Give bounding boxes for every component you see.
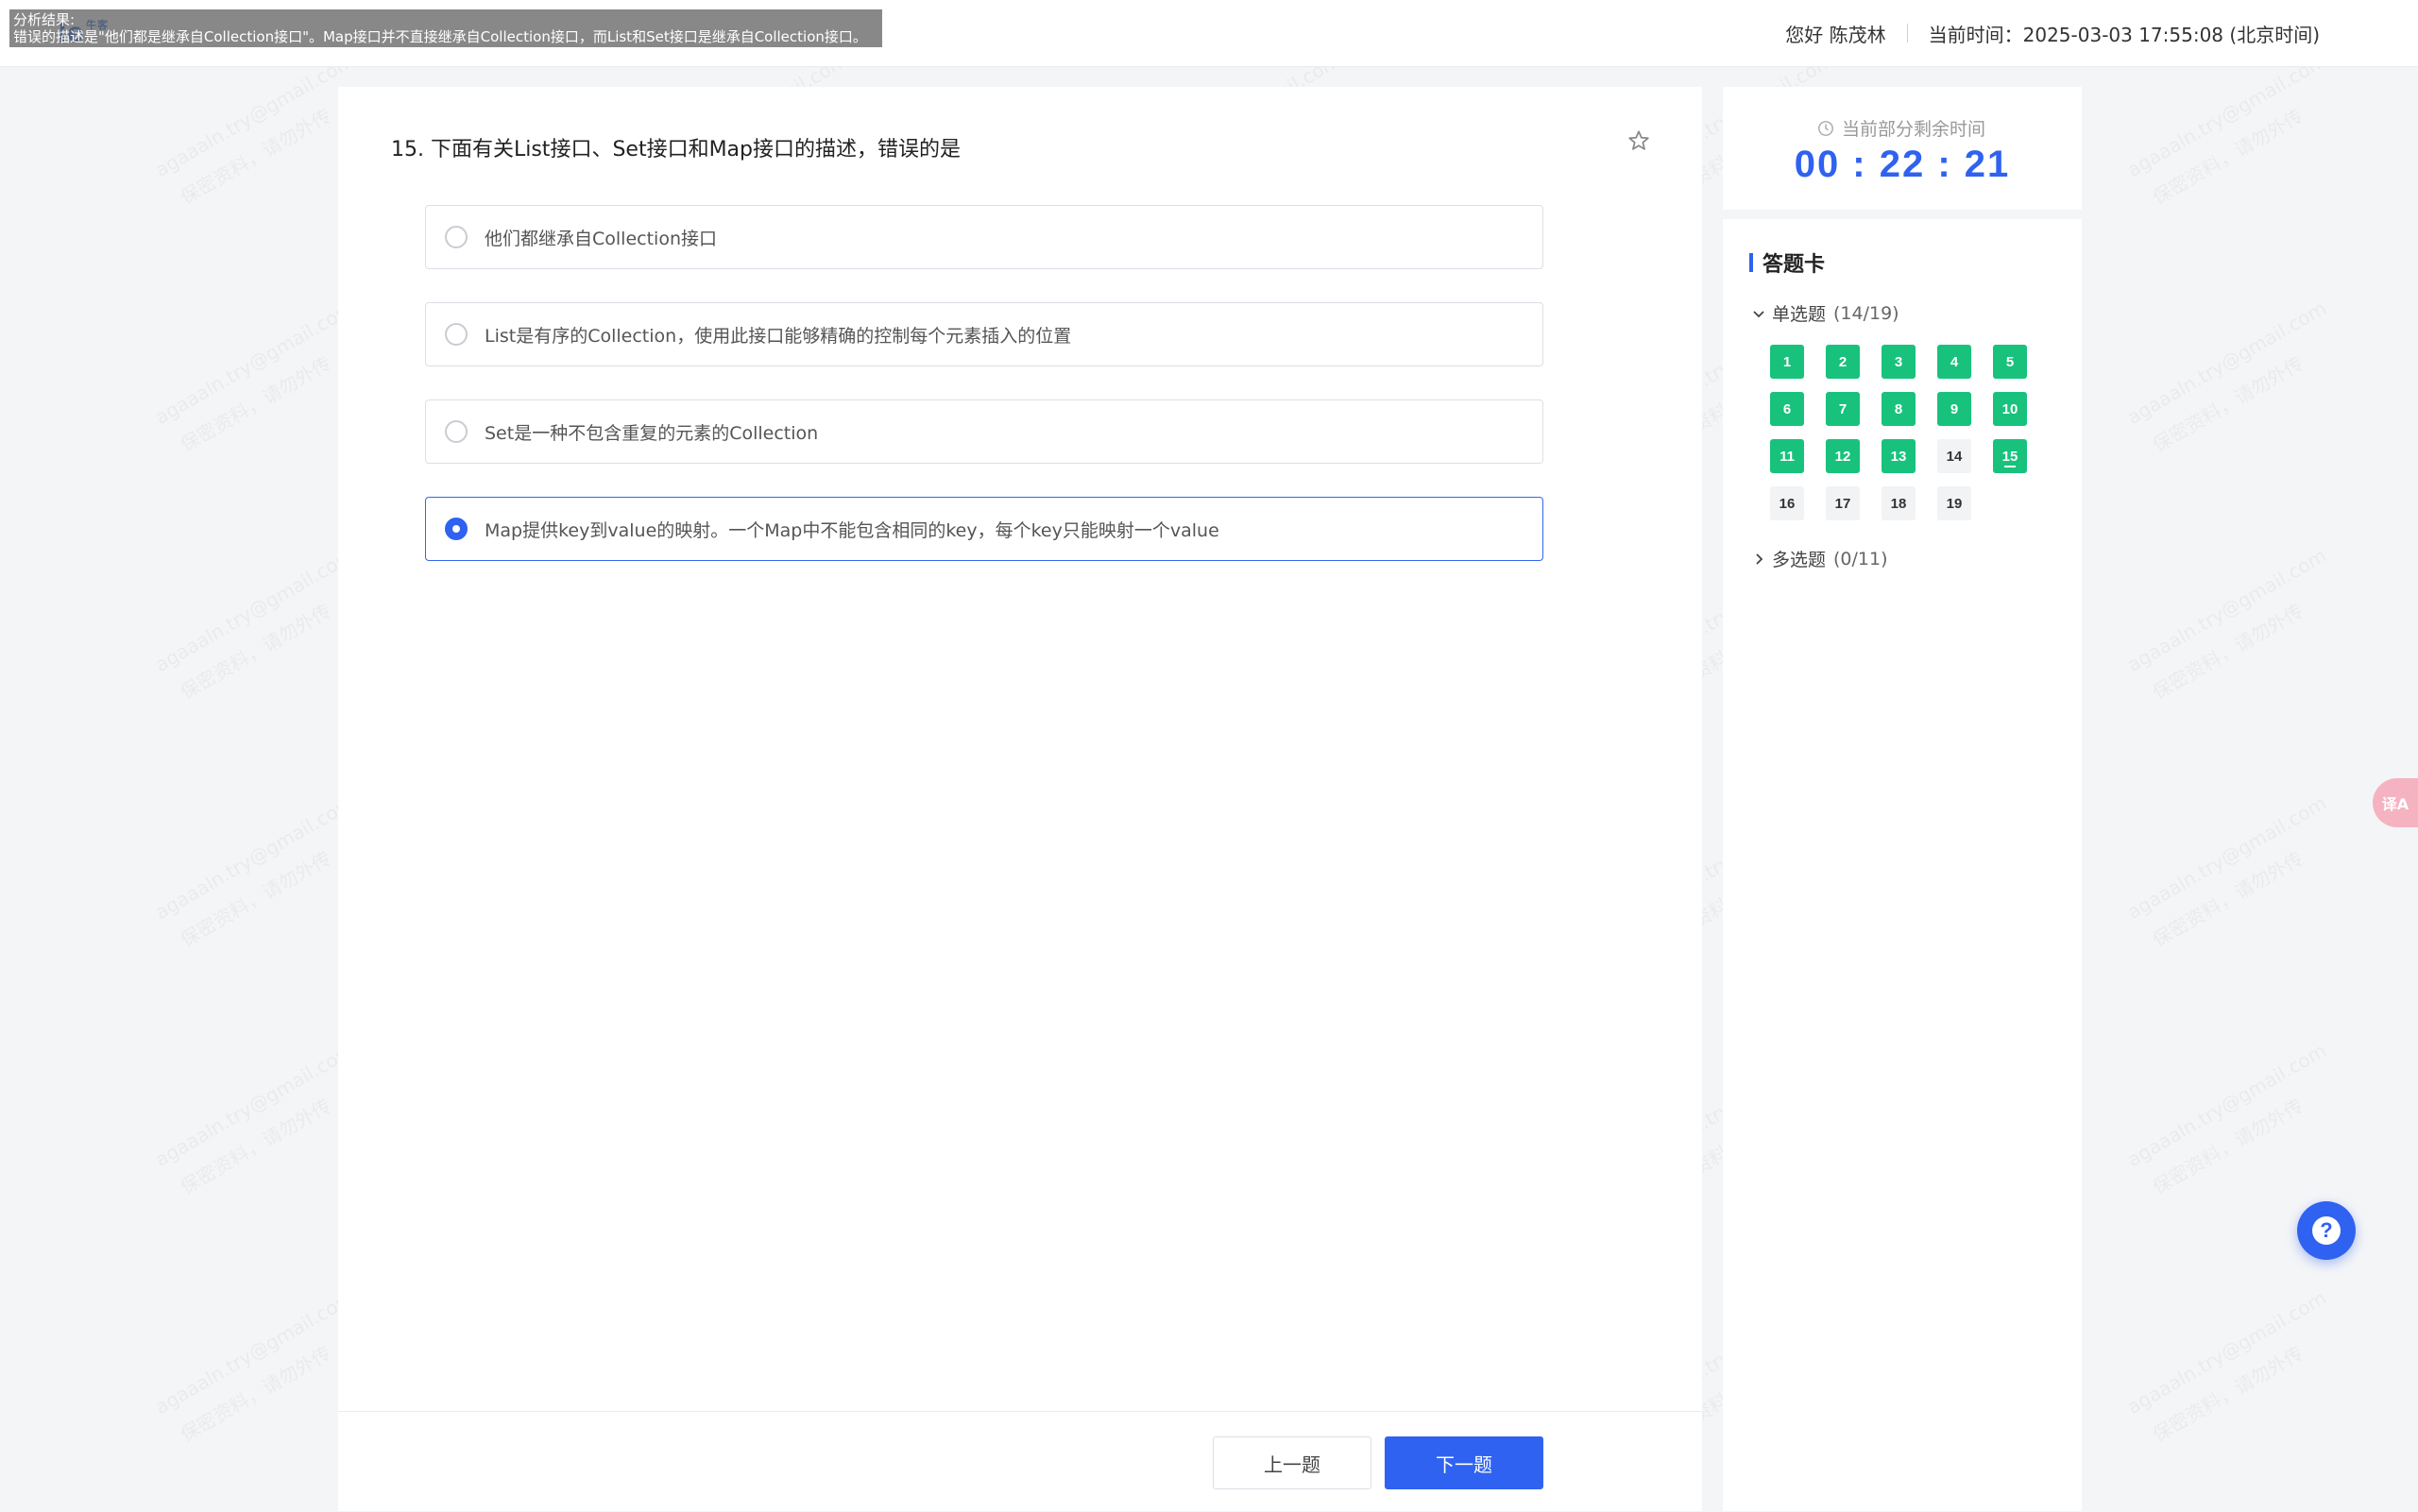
question-card: 15. 下面有关List接口、Set接口和Map接口的描述，错误的是 他们都继承… (338, 87, 1702, 1511)
watermark-text: agaaaln.try@gmail.com (151, 49, 358, 181)
single-choice-section-toggle[interactable]: 单选题 (14/19) (1751, 300, 1899, 326)
question-number-button[interactable]: 14 (1937, 439, 1971, 473)
question-number-button[interactable]: 2 (1826, 345, 1860, 379)
watermark-text: agaaaln.try@gmail.com (151, 1039, 358, 1171)
star-icon[interactable] (1626, 128, 1651, 153)
watermark-text: 保密资料，请勿外传 (2147, 1338, 2307, 1447)
watermark-text: 保密资料，请勿外传 (175, 596, 335, 705)
watermark-text: 保密资料，请勿外传 (175, 843, 335, 952)
analysis-text: 错误的描述是"他们都是继承自Collection接口"。Map接口并不直接继承自… (13, 28, 867, 45)
watermark-text: agaaaln.try@gmail.com (2123, 544, 2330, 676)
question-number-button[interactable]: 9 (1937, 392, 1971, 426)
answer-option[interactable]: 他们都继承自Collection接口 (425, 205, 1543, 269)
radio-unchecked-icon[interactable] (445, 420, 468, 443)
analysis-label: 分析结果: (13, 11, 76, 28)
user-greeting: 您好 陈茂林 (1785, 23, 1886, 46)
question-number-button[interactable]: 3 (1882, 345, 1916, 379)
watermark-text: 保密资料，请勿外传 (2147, 1091, 2307, 1199)
question-number-button[interactable]: 1 (1770, 345, 1804, 379)
title-accent-bar (1749, 253, 1753, 272)
timer-label: 当前部分剩余时间 (1817, 115, 1985, 141)
answer-option-text: Set是一种不包含重复的元素的Collection (485, 422, 819, 444)
radio-checked-icon[interactable] (445, 518, 468, 540)
question-number-button[interactable]: 10 (1993, 392, 2027, 426)
prev-question-button[interactable]: 上一题 (1213, 1436, 1371, 1489)
question-number-button[interactable]: 17 (1826, 486, 1860, 520)
watermark-text: agaaaln.try@gmail.com (2123, 1039, 2330, 1171)
watermark-text: agaaaln.try@gmail.com (2123, 297, 2330, 429)
divider (1906, 24, 1908, 42)
watermark-text: agaaaln.try@gmail.com (2123, 1286, 2330, 1419)
help-icon: ? (2312, 1216, 2341, 1245)
chevron-down-icon (1753, 310, 1764, 317)
question-number-button[interactable]: 19 (1937, 486, 1971, 520)
answer-option[interactable]: List是有序的Collection，使用此接口能够精确的控制每个元素插入的位置 (425, 302, 1543, 366)
watermark-text: agaaaln.try@gmail.com (151, 297, 358, 429)
multi-choice-section-toggle[interactable]: 多选题 (0/11) (1751, 546, 1888, 571)
user-area: 您好 陈茂林 当前时间：2025-03-03 17:55:08 (北京时间) (1785, 19, 2320, 47)
watermark-text: agaaaln.try@gmail.com (151, 544, 358, 676)
question-number-button[interactable]: 7 (1826, 392, 1860, 426)
answer-card-title: 答题卡 (1749, 247, 1825, 278)
multi-choice-count: (0/11) (1833, 548, 1888, 569)
analysis-overlay: 分析结果: 错误的描述是"他们都是继承自Collection接口"。Map接口并… (9, 9, 882, 47)
watermark-text: 保密资料，请勿外传 (2147, 101, 2307, 210)
watermark-text: 保密资料，请勿外传 (175, 1338, 335, 1447)
question-number-button[interactable]: 6 (1770, 392, 1804, 426)
watermark-text: 保密资料，请勿外传 (175, 101, 335, 210)
question-number-grid: 1 2 3 4 5 6 7 8 9 10 11 12 13 14 15 16 17 18 19 (1770, 345, 2053, 520)
question-number-button[interactable]: 16 (1770, 486, 1804, 520)
answer-option-text: Map提供key到value的映射。一个Map中不能包含相同的key，每个key… (485, 519, 1219, 541)
radio-unchecked-icon[interactable] (445, 323, 468, 346)
answer-option-text: List是有序的Collection，使用此接口能够精确的控制每个元素插入的位置 (485, 325, 1072, 347)
clock-icon (1818, 120, 1833, 136)
answer-option[interactable]: Map提供key到value的映射。一个Map中不能包含相同的key，每个key… (425, 497, 1543, 561)
question-number-button[interactable]: 4 (1937, 345, 1971, 379)
answer-option[interactable]: Set是一种不包含重复的元素的Collection (425, 399, 1543, 464)
watermark-text: agaaaln.try@gmail.com (2123, 791, 2330, 924)
watermark-text: 保密资料，请勿外传 (175, 1091, 335, 1199)
question-number-button[interactable]: 12 (1826, 439, 1860, 473)
answer-card-panel: 答题卡 单选题 (14/19) 1 2 3 4 5 6 7 8 9 10 11 12 13 14 15 16 1… (1723, 219, 2082, 1511)
timer-value: 00 : 22 : 21 (1794, 144, 2011, 185)
multi-choice-label: 多选题 (1772, 550, 1827, 570)
single-choice-count: (14/19) (1833, 302, 1899, 324)
top-header: le牛客 分析结果: 错误的描述是"他们都是继承自Collection接口"。M… (0, 0, 2418, 67)
watermark-text: agaaaln.try@gmail.com (151, 791, 358, 924)
watermark-text: 保密资料，请勿外传 (175, 348, 335, 457)
question-number-button[interactable]: 8 (1882, 392, 1916, 426)
current-time: 当前时间：2025-03-03 17:55:08 (北京时间) (1928, 23, 2320, 46)
translate-button[interactable]: 译A (2373, 778, 2418, 827)
question-number-button[interactable]: 5 (1993, 345, 2027, 379)
next-question-button[interactable]: 下一题 (1385, 1436, 1543, 1489)
chevron-right-icon (1756, 552, 1763, 565)
watermark-text: 保密资料，请勿外传 (2147, 596, 2307, 705)
answer-options: 他们都继承自Collection接口 List是有序的Collection，使用此… (425, 205, 1543, 594)
help-button[interactable]: ? (2297, 1201, 2356, 1260)
timer-panel: 当前部分剩余时间 00 : 22 : 21 (1723, 87, 2082, 210)
answer-option-text: 他们都继承自Collection接口 (485, 228, 717, 249)
question-number-button[interactable]: 18 (1882, 486, 1916, 520)
watermark-text: agaaaln.try@gmail.com (2123, 49, 2330, 181)
question-title: 15. 下面有关List接口、Set接口和Map接口的描述，错误的是 (391, 138, 961, 161)
question-number-button[interactable]: 13 (1882, 439, 1916, 473)
question-number-button[interactable]: 15 (1993, 439, 2027, 473)
single-choice-label: 单选题 (1772, 304, 1827, 325)
card-footer: 上一题 下一题 (338, 1411, 1702, 1512)
watermark-text: agaaaln.try@gmail.com (151, 1286, 358, 1419)
watermark-text: 保密资料，请勿外传 (2147, 843, 2307, 952)
question-number-button[interactable]: 11 (1770, 439, 1804, 473)
watermark-text: 保密资料，请勿外传 (2147, 348, 2307, 457)
radio-unchecked-icon[interactable] (445, 226, 468, 248)
